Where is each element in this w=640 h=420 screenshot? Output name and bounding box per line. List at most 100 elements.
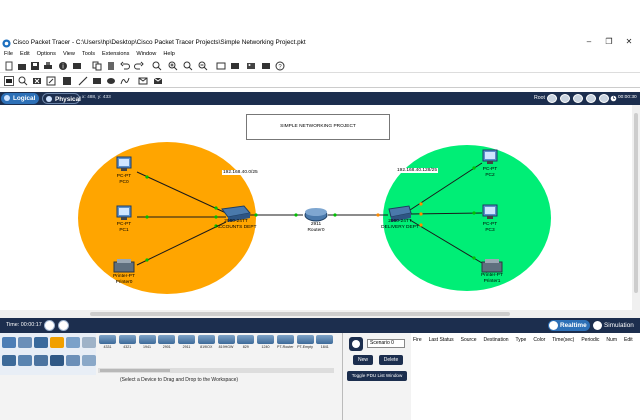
menu-help[interactable]: Help xyxy=(163,50,175,59)
place-note-icon[interactable] xyxy=(62,76,72,86)
printer1-icon[interactable] xyxy=(481,259,503,273)
drawing-palette-icon[interactable] xyxy=(216,61,226,71)
minimize-button[interactable]: – xyxy=(582,37,596,46)
menu-tools[interactable]: Tools xyxy=(82,50,95,59)
device-model-2911[interactable]: 2911 xyxy=(177,334,196,354)
network-info-icon[interactable] xyxy=(72,61,82,71)
navigation-icon[interactable] xyxy=(547,94,557,103)
delete-tool-icon[interactable] xyxy=(32,76,42,86)
new-cluster-icon[interactable] xyxy=(599,94,609,103)
delete-scenario-button[interactable]: Delete xyxy=(379,355,403,365)
project-title-note[interactable]: SIMPLE NETWORKING PROJECT xyxy=(246,114,390,140)
zoom-reset-icon[interactable] xyxy=(183,61,193,71)
copy-icon[interactable] xyxy=(92,61,102,71)
add-simple-pdu-icon[interactable] xyxy=(138,76,148,86)
view-bar: Logical Physical x: 488, y: 433 Root 00:… xyxy=(0,92,640,105)
new-scenario-button[interactable]: New xyxy=(353,355,373,365)
printer0-icon[interactable] xyxy=(113,259,135,273)
clock-icon xyxy=(610,95,617,102)
undo-icon[interactable] xyxy=(120,61,130,71)
toggle-pdu-list-button[interactable]: Toggle PDU List Window xyxy=(347,371,407,381)
network-devices-icon[interactable] xyxy=(2,337,16,348)
select-tool-icon[interactable] xyxy=(4,76,14,86)
connections-icon[interactable] xyxy=(50,337,64,348)
help-icon[interactable]: ? xyxy=(275,61,285,71)
logical-workspace[interactable]: SIMPLE NETWORKING PROJECT 192.168.40.0/2… xyxy=(0,105,632,310)
device-model-pt-empty[interactable]: PT-Empty xyxy=(296,334,315,354)
image-icon[interactable] xyxy=(246,61,256,71)
freeform-icon[interactable] xyxy=(120,76,130,86)
device-model-1841[interactable]: 1841 xyxy=(315,334,334,354)
tab-logical[interactable]: Logical xyxy=(1,93,39,104)
redo-icon[interactable] xyxy=(134,61,144,71)
close-button[interactable]: ✕ xyxy=(622,37,636,46)
menu-view[interactable]: View xyxy=(63,50,75,59)
zoom-in-icon[interactable] xyxy=(168,61,178,71)
wan-emulation-icon[interactable] xyxy=(82,355,96,366)
set-tiled-background-icon[interactable] xyxy=(560,94,570,103)
device-model-4321[interactable]: 4321 xyxy=(118,334,137,354)
add-complex-pdu-icon[interactable] xyxy=(153,76,163,86)
window-title: Cisco Packet Tracer - C:\Users\hp\Deskto… xyxy=(13,39,306,46)
menu-options[interactable]: Options xyxy=(37,50,56,59)
switches-icon[interactable] xyxy=(18,355,32,366)
scenario-select[interactable]: Scenario 0 xyxy=(367,339,405,348)
maximize-button[interactable]: ❐ xyxy=(602,37,616,46)
device-model-4331[interactable]: 4331 xyxy=(98,334,117,354)
vertical-scroll-thumb[interactable] xyxy=(634,113,638,293)
menu-file[interactable]: File xyxy=(4,50,13,59)
device-model-1240[interactable]: 1240 xyxy=(256,334,275,354)
paste-icon[interactable] xyxy=(106,61,116,71)
print-icon[interactable] xyxy=(43,61,53,71)
components-icon[interactable] xyxy=(34,337,48,348)
activity-wizard-icon[interactable]: i xyxy=(58,61,68,71)
end-devices-icon[interactable] xyxy=(18,337,32,348)
device-model-819hgw[interactable]: 819HGW xyxy=(217,334,236,354)
menu-extensions[interactable]: Extensions xyxy=(102,50,129,59)
device-list-scroll-thumb[interactable] xyxy=(100,369,170,372)
custom-device-icon[interactable] xyxy=(230,61,240,71)
tab-physical[interactable]: Physical xyxy=(42,93,81,104)
new-file-icon[interactable] xyxy=(4,61,14,71)
device-model-819iox[interactable]: 819IOX xyxy=(197,334,216,354)
switch-delivery-type: 2960-24TT xyxy=(388,219,412,224)
inspect-tool-icon[interactable] xyxy=(18,76,28,86)
realtime-mode-button[interactable]: Realtime xyxy=(548,320,590,331)
elapsed-time: Time: 00:00:17 xyxy=(6,322,42,328)
draw-rectangle-icon[interactable] xyxy=(92,76,102,86)
environment-icon[interactable] xyxy=(586,94,596,103)
draw-ellipse-icon[interactable] xyxy=(106,76,116,86)
device-model-1941[interactable]: 1941 xyxy=(138,334,157,354)
search-icon[interactable] xyxy=(152,61,162,71)
switch-accounts-type: 2960-24TT xyxy=(224,219,248,224)
save-icon[interactable] xyxy=(30,61,40,71)
security-icon[interactable] xyxy=(66,355,80,366)
device-model-pt-router[interactable]: PT-Router xyxy=(276,334,295,354)
routers-icon[interactable] xyxy=(2,355,16,366)
menu-edit[interactable]: Edit xyxy=(20,50,30,59)
fast-forward-time-button[interactable] xyxy=(58,320,69,331)
simulation-mode-button[interactable]: Simulation xyxy=(592,320,640,331)
resize-tool-icon[interactable] xyxy=(46,76,56,86)
workspace-horizontal-scrollbar[interactable] xyxy=(0,310,640,318)
device-list-scrollbar[interactable] xyxy=(98,368,334,373)
horizontal-scroll-thumb[interactable] xyxy=(90,312,510,316)
grid-icon[interactable] xyxy=(261,61,271,71)
multiuser-connection-icon[interactable] xyxy=(82,337,96,348)
miscellaneous-icon[interactable] xyxy=(66,337,80,348)
router-icon xyxy=(257,335,274,344)
device-model-829[interactable]: 829 xyxy=(236,334,255,354)
power-cycle-devices-button[interactable] xyxy=(44,320,55,331)
device-model-2901[interactable]: 2901 xyxy=(157,334,176,354)
router-icon[interactable] xyxy=(304,208,328,222)
viewport-icon[interactable] xyxy=(573,94,583,103)
router-type: 2911 xyxy=(310,222,322,227)
wireless-devices-icon[interactable] xyxy=(50,355,64,366)
hubs-icon[interactable] xyxy=(34,355,48,366)
draw-line-icon[interactable] xyxy=(78,76,88,86)
open-folder-icon[interactable] xyxy=(17,61,27,71)
zoom-out-icon[interactable] xyxy=(198,61,208,71)
time-bar: Time: 00:00:17 Realtime Simulation xyxy=(0,318,640,333)
menu-window[interactable]: Window xyxy=(136,50,156,59)
workspace-vertical-scrollbar[interactable] xyxy=(632,105,640,310)
